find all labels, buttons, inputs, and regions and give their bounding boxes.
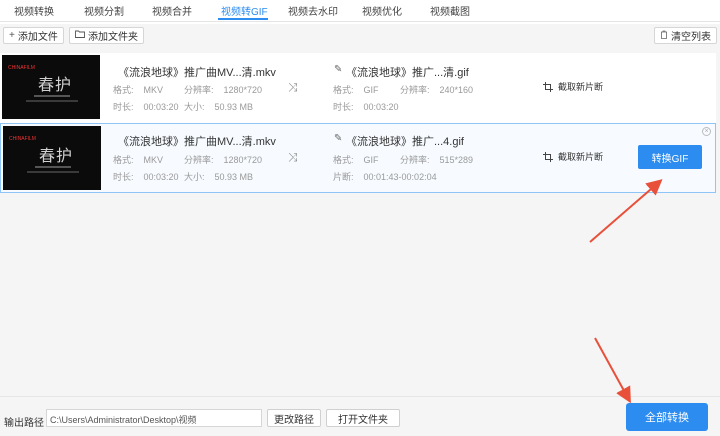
- add-folder-button[interactable]: 添加文件夹: [69, 27, 144, 44]
- add-file-button[interactable]: + 添加文件: [3, 27, 64, 44]
- edit-name-icon[interactable]: ✎: [334, 133, 342, 144]
- thumbnail-title: 春护: [39, 146, 74, 165]
- source-size: 大小: 50.93 MB: [184, 102, 254, 112]
- change-path-button[interactable]: 更改路径: [267, 409, 321, 427]
- tab-bar: 视频转换 视频分割 视频合并 视频转GIF 视频去水印 视频优化 视频截图: [0, 0, 720, 22]
- source-size: 大小: 50.93 MB: [184, 172, 254, 182]
- remove-row-icon[interactable]: ×: [702, 127, 711, 136]
- output-time: 时长: 00:03:20: [333, 102, 399, 112]
- folder-icon: [75, 30, 85, 41]
- convert-all-button[interactable]: 全部转换: [626, 403, 708, 431]
- file-row[interactable]: CHINAFILM 春护 《流浪地球》推广曲MV...清.mkv 格式: MKV …: [0, 53, 716, 123]
- tab-video-screenshot[interactable]: 视频截图: [430, 3, 470, 18]
- crop-segment-label: 截取新片断: [558, 82, 604, 92]
- open-folder-button[interactable]: 打开文件夹: [326, 409, 400, 427]
- output-format: 格式: GIF: [333, 85, 379, 95]
- tab-video-convert[interactable]: 视频转换: [14, 3, 54, 18]
- crop-segment-label: 截取新片断: [558, 152, 604, 162]
- tab-video-merge[interactable]: 视频合并: [152, 3, 192, 18]
- source-duration: 时长: 00:03:20: [113, 102, 179, 112]
- source-file-name: 《流浪地球》推广曲MV...清.mkv: [118, 67, 276, 79]
- source-resolution: 分辨率: 1280*720: [184, 85, 263, 95]
- source-duration: 时长: 00:03:20: [113, 172, 179, 182]
- tab-video-remove-watermark[interactable]: 视频去水印: [288, 3, 338, 18]
- video-thumbnail: CHINAFILM 春护: [2, 55, 100, 119]
- output-time: 片断: 00:01:43-00:02:04: [333, 172, 437, 182]
- output-file-name[interactable]: 《流浪地球》推广...4.gif: [346, 133, 464, 149]
- shuffle-icon: ⤨: [288, 150, 298, 164]
- plus-icon: +: [9, 30, 15, 41]
- tab-video-to-gif[interactable]: 视频转GIF: [221, 3, 268, 18]
- file-row-selected[interactable]: CHINAFILM 春护 《流浪地球》推广曲MV...清.mkv 格式: MKV …: [0, 123, 716, 193]
- crop-icon: [543, 81, 553, 92]
- clear-list-button[interactable]: 清空列表: [654, 27, 717, 44]
- shuffle-icon: ⤨: [288, 80, 298, 94]
- output-path-field[interactable]: C:\Users\Administrator\Desktop\视频: [46, 409, 262, 427]
- add-file-label: 添加文件: [17, 32, 58, 43]
- convert-gif-button[interactable]: 转换GIF: [638, 145, 702, 169]
- file-list: CHINAFILM 春护 《流浪地球》推广曲MV...清.mkv 格式: MKV …: [0, 50, 720, 396]
- output-path-label: 输出路径: [4, 418, 44, 429]
- crop-segment-button[interactable]: 截取新片断: [543, 150, 603, 163]
- source-format: 格式: MKV: [113, 85, 164, 95]
- bottom-bar: 输出路径 C:\Users\Administrator\Desktop\视频 更…: [0, 396, 720, 436]
- crop-icon: [543, 151, 553, 162]
- thumbnail-brand: CHINAFILM: [9, 136, 36, 142]
- source-resolution: 分辨率: 1280*720: [184, 155, 263, 165]
- output-resolution: 分辨率: 515*289: [400, 155, 474, 165]
- thumbnail-title: 春护: [38, 75, 73, 94]
- clear-list-label: 清空列表: [671, 32, 711, 43]
- active-tab-indicator: [218, 18, 268, 20]
- trash-icon: [660, 30, 668, 42]
- add-folder-label: 添加文件夹: [88, 32, 138, 43]
- output-format: 格式: GIF: [333, 155, 379, 165]
- tab-video-optimize[interactable]: 视频优化: [362, 3, 402, 18]
- toolbar: + 添加文件 添加文件夹 清空列表: [0, 24, 720, 50]
- crop-segment-button[interactable]: 截取新片断: [543, 80, 603, 93]
- thumbnail-brand: CHINAFILM: [8, 65, 35, 71]
- source-file-name: 《流浪地球》推广曲MV...清.mkv: [118, 136, 276, 148]
- source-format: 格式: MKV: [113, 155, 164, 165]
- edit-name-icon[interactable]: ✎: [334, 64, 342, 75]
- video-thumbnail: CHINAFILM 春护: [3, 126, 101, 190]
- tab-video-split[interactable]: 视频分割: [84, 3, 124, 18]
- output-resolution: 分辨率: 240*160: [400, 85, 474, 95]
- output-file-name[interactable]: 《流浪地球》推广...清.gif: [346, 64, 469, 80]
